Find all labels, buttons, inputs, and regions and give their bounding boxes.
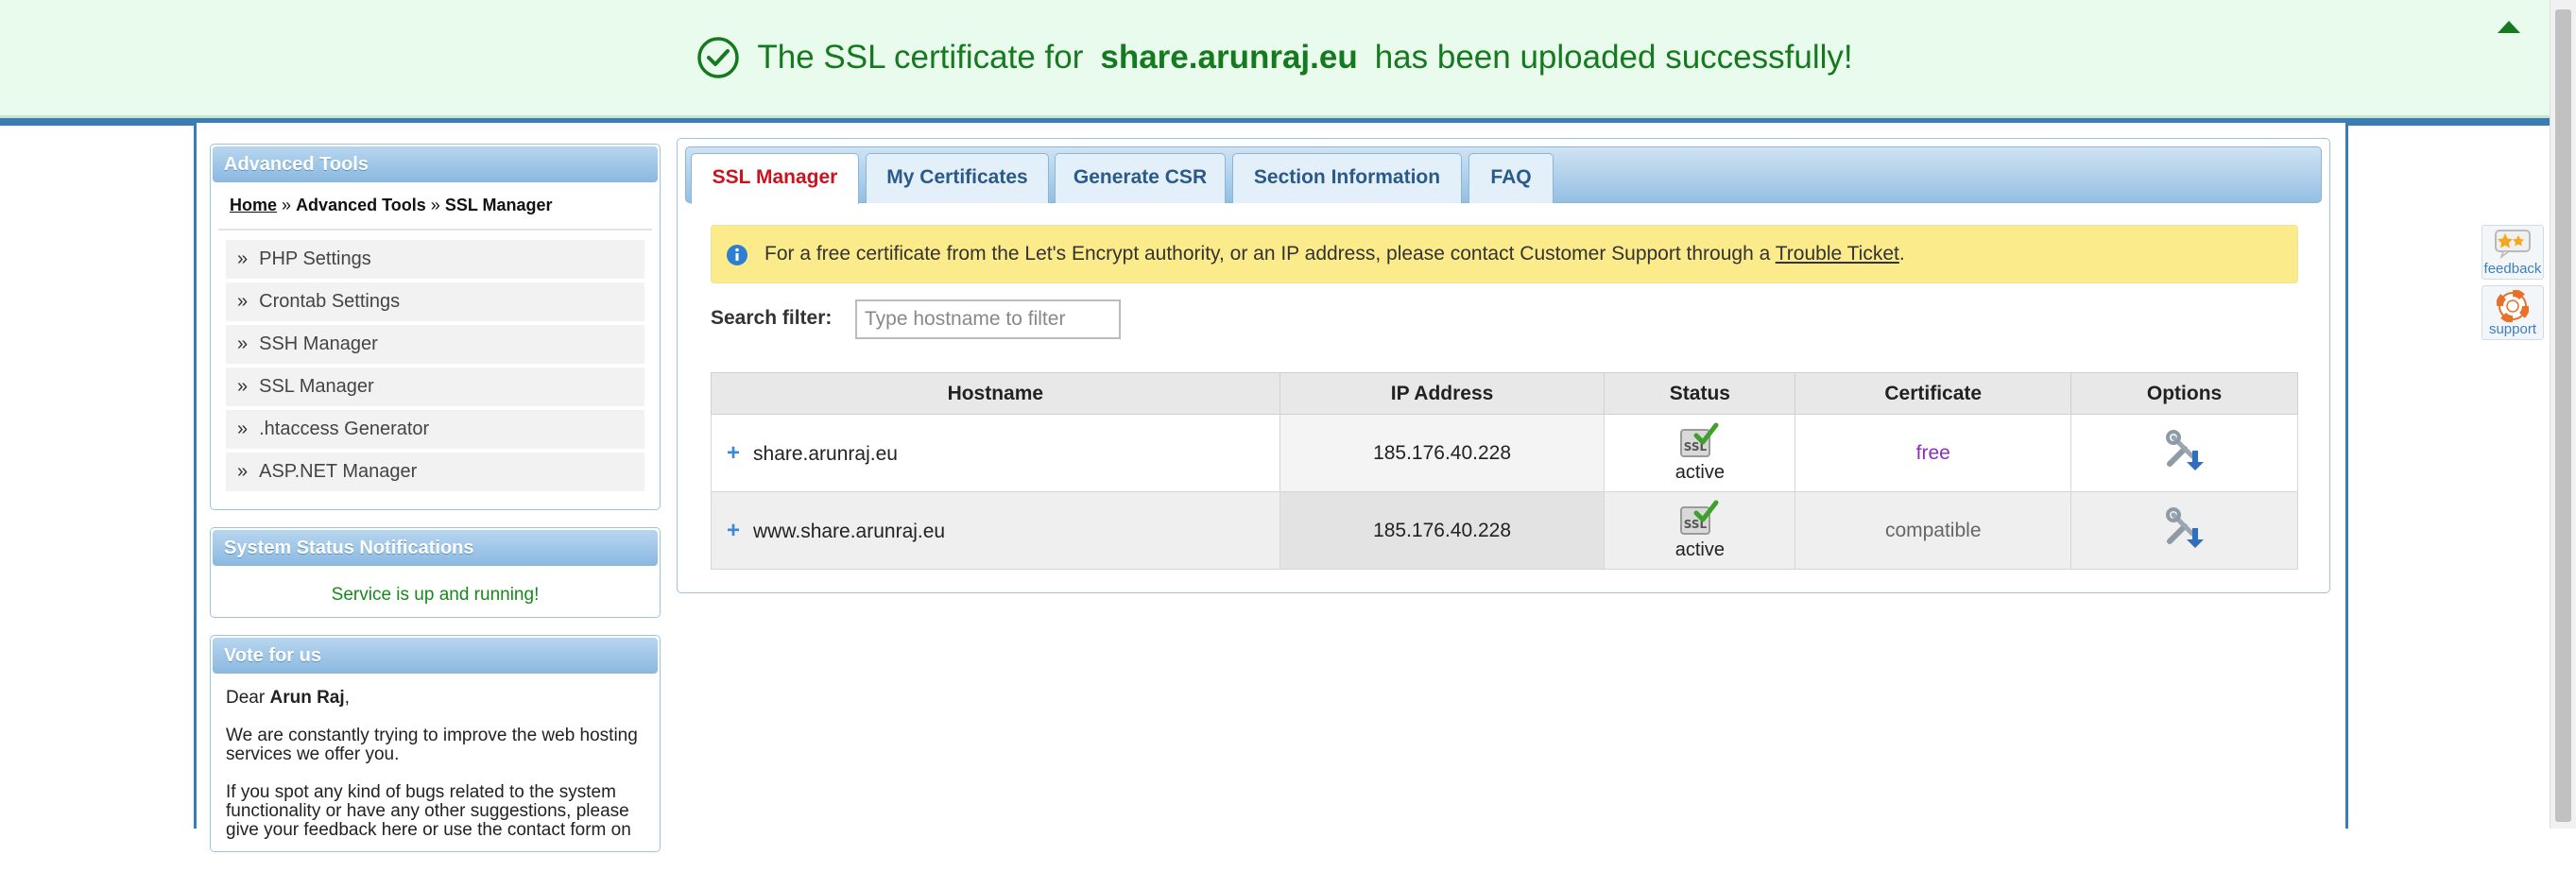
search-filter-label: Search filter:: [711, 307, 833, 329]
support-label: support: [2488, 321, 2537, 337]
menu-item-label: Crontab Settings: [259, 291, 401, 312]
expand-plus-icon[interactable]: +: [727, 440, 740, 466]
lifebuoy-icon: [2496, 289, 2530, 323]
certificate-cell: compatible: [1795, 491, 2072, 570]
info-notice: For a free certificate from the Let's En…: [711, 225, 2298, 283]
menu-item-htaccess-generator[interactable]: » .htaccess Generator: [226, 410, 644, 449]
support-button[interactable]: support: [2482, 285, 2544, 340]
bullet-icon: »: [237, 291, 249, 312]
advanced-tools-menu: » PHP Settings » Crontab Settings » SSH Man…: [211, 231, 660, 499]
certificate-free-link[interactable]: free: [1916, 442, 1950, 464]
tab-faq[interactable]: FAQ: [1468, 153, 1554, 203]
status-text: active: [1674, 539, 1725, 560]
header-status: Status: [1604, 372, 1796, 415]
collapse-arrow-icon[interactable]: [2497, 19, 2521, 34]
tab-ssl-manager[interactable]: SSL Manager: [691, 153, 859, 204]
advanced-tools-title: Advanced Tools: [213, 146, 658, 182]
success-message: The SSL certificate for share.arunraj.eu…: [696, 36, 1853, 79]
scrollbar-thumb[interactable]: [2555, 9, 2571, 822]
breadcrumb: Home » Advanced Tools » SSL Manager: [218, 184, 652, 231]
breadcrumb-current: SSL Manager: [444, 196, 553, 214]
status-text: active: [1674, 462, 1725, 483]
feedback-label: feedback: [2483, 261, 2542, 277]
notice-text: For a free certificate from the Let's En…: [764, 243, 1771, 265]
success-suffix: has been uploaded successfully!: [1374, 39, 1853, 76]
menu-item-label: SSL Manager: [259, 376, 374, 397]
success-banner: The SSL certificate for share.arunraj.eu…: [0, 0, 2550, 118]
tools-options-icon[interactable]: [2164, 429, 2206, 471]
ip-address-cell: 185.176.40.228: [1279, 414, 1606, 492]
notice-end: .: [1898, 243, 1905, 265]
hostname-filter-input[interactable]: [855, 299, 1121, 339]
ssl-active-icon: SSL: [1679, 500, 1719, 535]
vote-paragraph-2: If you spot any kind of bugs related to …: [226, 782, 631, 840]
menu-item-label: PHP Settings: [259, 248, 371, 269]
check-circle-icon: [697, 37, 740, 78]
tab-my-certificates[interactable]: My Certificates: [866, 153, 1049, 203]
expand-plus-icon[interactable]: +: [727, 518, 740, 543]
hostname-text: www.share.arunraj.eu: [753, 520, 946, 542]
bullet-icon: »: [237, 419, 249, 439]
trouble-ticket-link[interactable]: Trouble Ticket: [1776, 243, 1899, 265]
bullet-icon: »: [237, 461, 249, 482]
success-prefix: The SSL certificate for: [757, 39, 1084, 76]
table-row: + www.share.arunraj.eu 185.176.40.228 SSL…: [711, 491, 2298, 570]
status-cell: SSL active: [1604, 414, 1796, 492]
menu-item-ssl-manager[interactable]: » SSL Manager: [226, 368, 644, 406]
table-row: + share.arunraj.eu 185.176.40.228 SSL act…: [711, 414, 2298, 492]
greeting-comma: ,: [344, 688, 350, 708]
menu-item-php-settings[interactable]: » PHP Settings: [226, 240, 644, 279]
header-ip-address: IP Address: [1279, 372, 1606, 415]
vote-greeting: Dear Arun Raj,: [226, 689, 644, 708]
feedback-star-icon: [2495, 230, 2531, 260]
table-header-row: Hostname IP Address Status Certificate O…: [711, 372, 2298, 415]
certificate-compatible-text: compatible: [1884, 519, 1982, 541]
hostname-text: share.arunraj.eu: [753, 442, 898, 465]
menu-item-label: ASP.NET Manager: [259, 461, 418, 482]
vote-content: Dear Arun Raj, We are constantly trying …: [211, 675, 660, 872]
ssl-manager-panel: SSL Manager My Certificates Generate CSR…: [677, 138, 2330, 593]
menu-item-label: SSH Manager: [259, 333, 378, 354]
feedback-button[interactable]: feedback: [2482, 225, 2544, 280]
bullet-icon: »: [237, 333, 249, 354]
menu-item-ssh-manager[interactable]: » SSH Manager: [226, 325, 644, 364]
options-cell: [2070, 491, 2298, 570]
advanced-tools-box: Advanced Tools Home » Advanced Tools » S…: [210, 144, 661, 510]
vote-box: Vote for us Dear Arun Raj, We are consta…: [210, 635, 661, 852]
tab-section-information[interactable]: Section Information: [1232, 153, 1462, 203]
breadcrumb-separator: »: [430, 196, 440, 214]
ssl-active-icon: SSL: [1679, 422, 1719, 457]
vote-title: Vote for us: [213, 638, 658, 674]
system-status-box: System Status Notifications Service is u…: [210, 527, 661, 618]
header-options: Options: [2070, 372, 2298, 415]
system-status-title: System Status Notifications: [213, 530, 658, 566]
vote-paragraph-1: We are constantly trying to improve the …: [226, 726, 638, 764]
hostname-cell: + www.share.arunraj.eu: [711, 491, 1280, 570]
user-name: Arun Raj: [269, 688, 345, 708]
tab-bar: SSL Manager My Certificates Generate CSR…: [685, 146, 2322, 204]
options-cell: [2070, 414, 2298, 492]
tab-generate-csr[interactable]: Generate CSR: [1055, 153, 1226, 203]
certificate-cell: free: [1795, 414, 2072, 492]
header-hostname: Hostname: [711, 372, 1280, 415]
status-cell: SSL active: [1604, 491, 1796, 570]
bullet-icon: »: [237, 376, 249, 397]
breadcrumb-section: Advanced Tools: [296, 196, 426, 214]
bullet-icon: »: [237, 248, 249, 269]
menu-item-label: .htaccess Generator: [259, 419, 430, 439]
breadcrumb-separator: »: [282, 196, 292, 214]
page-scrollbar[interactable]: [2550, 0, 2576, 829]
ip-address-cell: 185.176.40.228: [1279, 491, 1606, 570]
greeting-dear: Dear: [226, 688, 266, 708]
hostnames-table: Hostname IP Address Status Certificate O…: [711, 372, 2298, 570]
menu-item-crontab-settings[interactable]: » Crontab Settings: [226, 282, 644, 321]
service-status-text: Service is up and running!: [331, 585, 540, 605]
header-certificate: Certificate: [1795, 372, 2072, 415]
breadcrumb-home-link[interactable]: Home: [230, 196, 277, 214]
tools-options-icon[interactable]: [2164, 506, 2206, 549]
success-domain: share.arunraj.eu: [1100, 39, 1358, 76]
menu-item-aspnet-manager[interactable]: » ASP.NET Manager: [226, 453, 644, 491]
info-icon: [727, 245, 747, 265]
hostname-cell: + share.arunraj.eu: [711, 414, 1280, 492]
